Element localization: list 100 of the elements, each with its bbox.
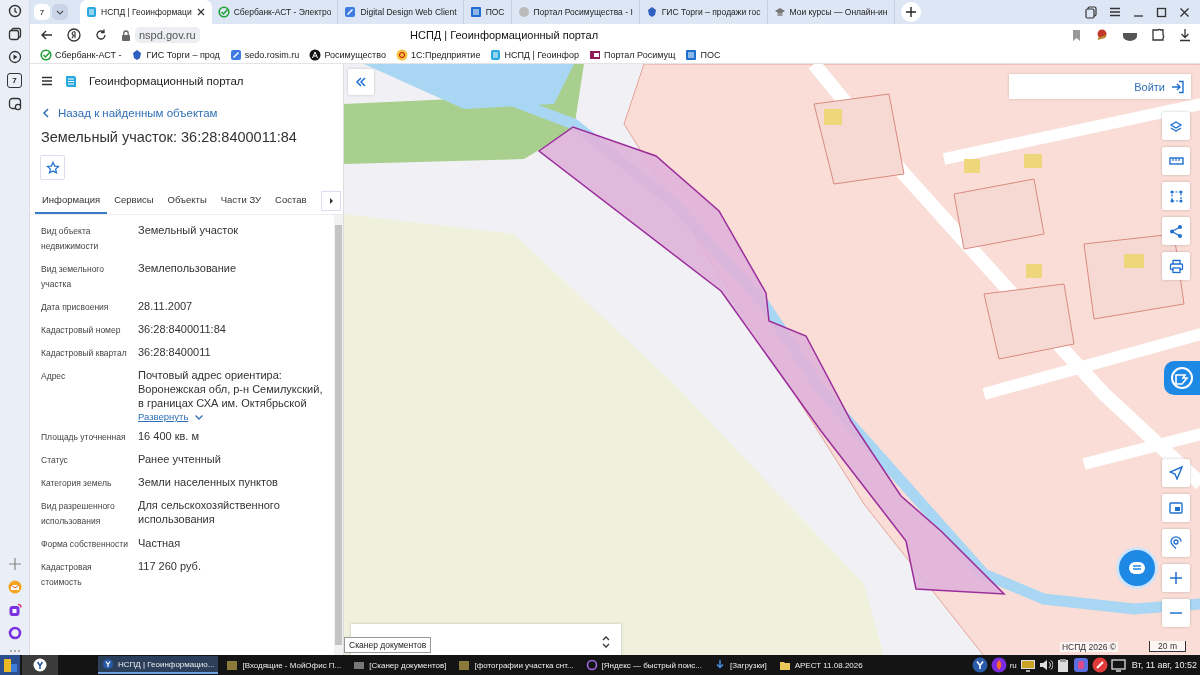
info-tab[interactable]: Информация <box>35 188 108 214</box>
start-button[interactable] <box>0 655 20 675</box>
screenshot-icon[interactable] <box>7 97 22 111</box>
tabs-icon[interactable] <box>1085 5 1097 19</box>
share-button[interactable] <box>1162 217 1190 245</box>
taskbar-window[interactable]: [Входящие - МойОфис П... <box>222 656 346 674</box>
browser-icon[interactable] <box>971 657 988 673</box>
logo-icon <box>395 48 408 61</box>
taskbar-window[interactable]: [Сканер документов] <box>349 656 451 674</box>
tab-count-button[interactable]: 7 <box>34 4 50 20</box>
new-tab-button[interactable] <box>900 2 921 22</box>
app-icon[interactable] <box>1091 657 1108 673</box>
scroll-tabs-button[interactable] <box>321 191 341 211</box>
yandex-icon <box>102 658 114 670</box>
bookmark-link[interactable]: Росимущество <box>309 48 386 61</box>
object-title: Земельный участок: 36:28:8400011:84 <box>41 129 298 145</box>
play-icon[interactable] <box>7 50 22 64</box>
expand-link[interactable]: Развернуть <box>138 411 189 422</box>
clipboard-icon[interactable] <box>1055 657 1070 673</box>
print-icon <box>1168 258 1184 274</box>
emblem-icon <box>131 48 144 61</box>
bookmark-link[interactable]: Сбербанк-АСТ - <box>40 48 122 61</box>
yandex-icon[interactable] <box>67 28 81 42</box>
taskbar-window[interactable]: [фотографии участка снт... <box>454 656 578 674</box>
property-value: Почтовый адрес ориентира: Воронежская обл, р-н Семилукский, в границах СХА им. Октябрьской <box>138 368 324 410</box>
scanner-icon <box>353 659 366 671</box>
zoom-in-button[interactable] <box>1162 564 1190 592</box>
bookmark-link[interactable]: НСПД | Геоинфор <box>490 48 579 61</box>
taskbar-window[interactable]: АРЕСТ 11.08.2026 <box>774 656 867 674</box>
browser-tab[interactable]: НСПД | Геоинформаци <box>80 0 212 24</box>
bookmark-link[interactable]: sedo.rosim.ru <box>229 48 300 61</box>
info-tab[interactable]: Состав <box>268 188 314 214</box>
select-area-button[interactable] <box>1162 182 1190 210</box>
tabs-dropdown[interactable] <box>52 4 68 20</box>
back-icon[interactable] <box>40 28 54 42</box>
favicon-icon <box>645 6 658 18</box>
extension-icon[interactable] <box>1095 28 1109 42</box>
scrollbar[interactable] <box>334 215 343 655</box>
favicon-icon <box>344 6 357 18</box>
property-label: Кадастровая стоимость <box>41 561 93 589</box>
language-indicator[interactable]: ru <box>1009 660 1017 670</box>
tabs-icon[interactable] <box>7 27 22 41</box>
history-icon[interactable] <box>7 4 22 18</box>
bookmark-link[interactable]: ПОС <box>685 48 721 61</box>
minimap-button[interactable] <box>1162 494 1190 522</box>
address-field[interactable]: nspd.gov.ru <box>135 27 200 43</box>
locate-button[interactable] <box>1162 459 1190 487</box>
property-value: Землепользование <box>138 261 237 275</box>
layers-button[interactable] <box>1162 112 1190 140</box>
property-value: Земли населенных пунктов <box>138 475 278 489</box>
download-icon[interactable] <box>1178 28 1192 42</box>
info-tab[interactable]: Объекты <box>160 188 214 214</box>
app-icon[interactable] <box>7 603 22 617</box>
extensions-icon[interactable] <box>1151 28 1165 42</box>
property-label: Вид земельного участка <box>41 263 105 291</box>
close-icon[interactable] <box>195 7 206 17</box>
bookmark-link[interactable]: 1С:Предприятие <box>395 48 481 61</box>
volume-icon[interactable] <box>1038 658 1053 672</box>
collapse-button[interactable] <box>348 69 374 95</box>
assistant-icon[interactable] <box>7 626 22 640</box>
menu-icon[interactable] <box>1109 6 1121 18</box>
folder-icon <box>778 659 791 671</box>
close-icon[interactable] <box>1179 6 1190 18</box>
taskbar-window[interactable]: НСПД | Геоинформацио... <box>98 656 219 674</box>
taskbar-window[interactable]: [Яндекс — быстрый поис... <box>581 656 706 674</box>
browser-launcher[interactable] <box>22 655 58 675</box>
minimap-icon <box>1169 501 1183 515</box>
favorite-button[interactable] <box>40 155 65 180</box>
location-button[interactable] <box>1162 529 1190 557</box>
info-tab[interactable]: Сервисы <box>107 188 161 214</box>
page-title: НСПД | Геоинформационный портал <box>410 29 599 41</box>
login-button[interactable]: Войти <box>1009 74 1191 99</box>
bookmark-link[interactable]: ГИС Торги – прод <box>131 48 220 61</box>
bookmark-link[interactable]: Портал Росимущ <box>589 48 676 61</box>
plus-icon <box>1169 571 1183 585</box>
taskbar-window[interactable]: [Загрузки] <box>710 656 771 674</box>
info-tab[interactable]: Части ЗУ <box>213 188 269 214</box>
flame-icon[interactable] <box>990 657 1007 673</box>
sidebar-badge[interactable]: 7 <box>7 73 22 88</box>
scale-bar: 20 m <box>1149 641 1186 652</box>
network-icon[interactable] <box>1110 658 1126 672</box>
reload-icon[interactable] <box>94 28 108 42</box>
plus-icon <box>904 6 917 18</box>
zoom-out-button[interactable] <box>1162 599 1190 627</box>
menu-icon[interactable] <box>41 75 53 87</box>
chat-icon <box>1169 365 1195 391</box>
layers-icon <box>1169 119 1183 133</box>
property-label: Дата присвоения <box>41 301 110 314</box>
back-link[interactable]: Назад к найденным объектам <box>58 107 218 119</box>
chat-button[interactable] <box>1164 361 1200 395</box>
print-button[interactable] <box>1162 252 1190 280</box>
property-label: Кадастровый квартал <box>41 347 128 360</box>
monitor-icon[interactable] <box>1019 658 1036 672</box>
ruler-button[interactable] <box>1162 147 1190 175</box>
property-value: 28.11.2007 <box>138 299 193 313</box>
property-value: 16 400 кв. м <box>138 429 200 443</box>
bookmark-icon[interactable] <box>1071 28 1082 42</box>
maximize-icon[interactable] <box>1156 6 1167 18</box>
chevron-icon[interactable] <box>194 412 205 421</box>
property-label: Форма собственности <box>41 538 129 551</box>
